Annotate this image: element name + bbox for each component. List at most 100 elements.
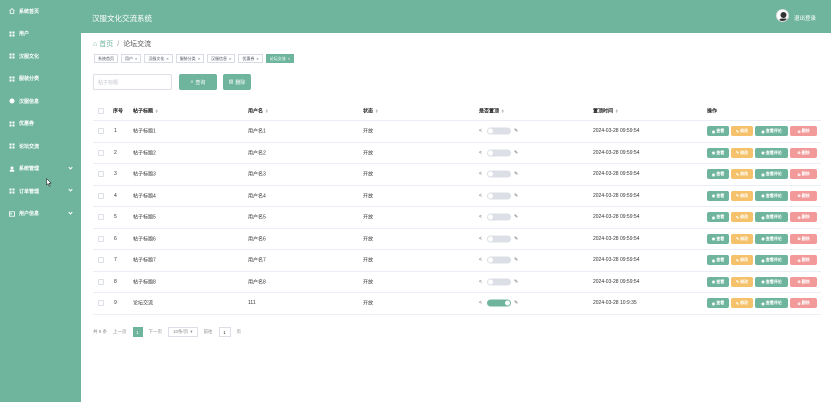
tag[interactable]: 汉服信息 × [207,54,236,63]
edit-icon[interactable]: ✎ [514,150,518,156]
logout-button[interactable]: 退出登录 [794,14,816,22]
tag[interactable]: 服装分类 × [175,54,205,63]
view-button[interactable]: ◉ 查看 [707,169,729,180]
edit-button[interactable]: ✎ 修改 [731,233,753,244]
close-icon[interactable]: × [135,56,137,61]
edit-icon[interactable]: ✎ [514,257,518,263]
sidebar-item[interactable]: 系统管理 [0,158,81,181]
row-checkbox[interactable] [98,300,104,307]
sidebar-item[interactable]: 用户 [0,23,81,46]
view-comments-button[interactable]: ◉ 查看评论 [755,233,788,244]
row-checkbox[interactable] [98,149,104,156]
edit-icon[interactable]: ✎ [514,171,518,177]
sidebar-item[interactable]: 服装分类 [0,68,81,91]
tag[interactable]: 论坛交流 × [265,54,295,63]
header-title[interactable]: 帖子标题 ⇕ [133,107,158,114]
header-status[interactable]: 状态 ⇕ [363,107,378,114]
view-button[interactable]: ◉ 查看 [707,233,729,244]
tag[interactable]: 系统首页 [94,54,118,63]
edit-button[interactable]: ✎ 修改 [731,169,753,180]
sidebar-item[interactable]: 汉服信息 [0,90,81,113]
view-comments-button[interactable]: ◉ 查看评论 [755,169,788,180]
page-size-select[interactable]: 10条/页 ▾ [168,327,198,337]
top-switch[interactable] [487,127,511,135]
top-switch[interactable] [487,213,511,221]
close-icon[interactable]: × [229,56,231,61]
sidebar-item[interactable]: 订单管理 [0,180,81,203]
tag[interactable]: 用户 × [121,54,142,63]
header-time[interactable]: 置顶时间 ⇕ [593,107,618,114]
delete-button[interactable]: ⊗ 删除 [790,276,817,287]
view-button[interactable]: ◉ 查看 [707,147,729,158]
delete-button[interactable]: ⊗ 删除 [790,212,817,223]
header-is-top[interactable]: 是否置顶 ⇕ [479,107,504,114]
sidebar-item[interactable]: 汉服文化 [0,45,81,68]
edit-button[interactable]: ✎ 修改 [731,147,753,158]
close-icon[interactable]: × [166,56,168,61]
delete-button[interactable]: ⊗ 删除 [790,126,817,137]
top-switch[interactable] [487,192,511,200]
delete-button[interactable]: ⊗ 删除 [790,169,817,180]
edit-button[interactable]: ✎ 修改 [731,190,753,201]
edit-icon[interactable]: ✎ [514,214,518,220]
view-button[interactable]: ◉ 查看 [707,255,729,266]
view-comments-button[interactable]: ◉ 查看评论 [755,126,788,137]
delete-button[interactable]: ⊗ 删除 [790,298,817,309]
view-comments-button[interactable]: ◉ 查看评论 [755,255,788,266]
edit-icon[interactable]: ✎ [514,128,518,134]
row-checkbox[interactable] [98,214,104,221]
edit-button[interactable]: ✎ 修改 [731,126,753,137]
delete-button[interactable]: ⊗ 删除 [790,190,817,201]
edit-icon[interactable]: ✎ [514,279,518,285]
edit-icon[interactable]: ✎ [514,300,518,306]
tag[interactable]: 优惠券 × [238,54,263,63]
close-icon[interactable]: × [288,56,290,61]
delete-button[interactable]: ⊗ 删除 [790,233,817,244]
view-comments-button[interactable]: ◉ 查看评论 [755,212,788,223]
search-button[interactable]: ⌕ 查询 [179,74,217,90]
view-button[interactable]: ◉ 查看 [707,276,729,287]
batch-delete-button[interactable]: ▥ 删除 [223,74,251,90]
row-checkbox[interactable] [98,171,104,178]
select-all-checkbox[interactable] [98,107,104,114]
top-switch[interactable] [487,256,511,264]
view-button[interactable]: ◉ 查看 [707,212,729,223]
delete-button[interactable]: ⊗ 删除 [790,255,817,266]
close-icon[interactable]: × [256,56,258,61]
row-checkbox[interactable] [98,278,104,285]
top-switch[interactable] [487,235,511,243]
view-comments-button[interactable]: ◉ 查看评论 [755,190,788,201]
row-checkbox[interactable] [98,257,104,264]
header-username[interactable]: 用户名 ⇕ [248,107,268,114]
close-icon[interactable]: × [198,56,200,61]
view-comments-button[interactable]: ◉ 查看评论 [755,298,788,309]
edit-button[interactable]: ✎ 修改 [731,276,753,287]
sidebar-item[interactable]: 论坛交流 [0,135,81,158]
top-switch[interactable] [487,170,511,178]
pagination-next[interactable]: 下一页 [149,329,163,335]
avatar[interactable] [776,9,789,22]
edit-icon[interactable]: ✎ [514,236,518,242]
row-checkbox[interactable] [98,192,104,199]
search-input[interactable]: 帖子标题 [93,74,172,90]
edit-button[interactable]: ✎ 修改 [731,298,753,309]
view-comments-button[interactable]: ◉ 查看评论 [755,276,788,287]
sidebar-item[interactable]: 系统首页 [0,0,81,23]
view-button[interactable]: ◉ 查看 [707,190,729,201]
view-button[interactable]: ◉ 查看 [707,126,729,137]
breadcrumb-home[interactable]: 首页 [99,39,113,49]
edit-icon[interactable]: ✎ [514,193,518,199]
top-switch[interactable] [487,299,511,307]
row-checkbox[interactable] [98,128,104,135]
sidebar-item[interactable]: 优惠券 [0,113,81,136]
delete-button[interactable]: ⊗ 删除 [790,147,817,158]
pagination-prev[interactable]: 上一页 [113,329,127,335]
pagination-goto-input[interactable]: 1 [218,327,231,337]
tag[interactable]: 汉服文化 × [144,54,173,63]
edit-button[interactable]: ✎ 修改 [731,255,753,266]
pagination-current-page[interactable]: 1 [132,327,143,337]
view-button[interactable]: ◉ 查看 [707,298,729,309]
top-switch[interactable] [487,278,511,286]
sidebar-item[interactable]: 用户信息 [0,203,81,226]
view-comments-button[interactable]: ◉ 查看评论 [755,147,788,158]
